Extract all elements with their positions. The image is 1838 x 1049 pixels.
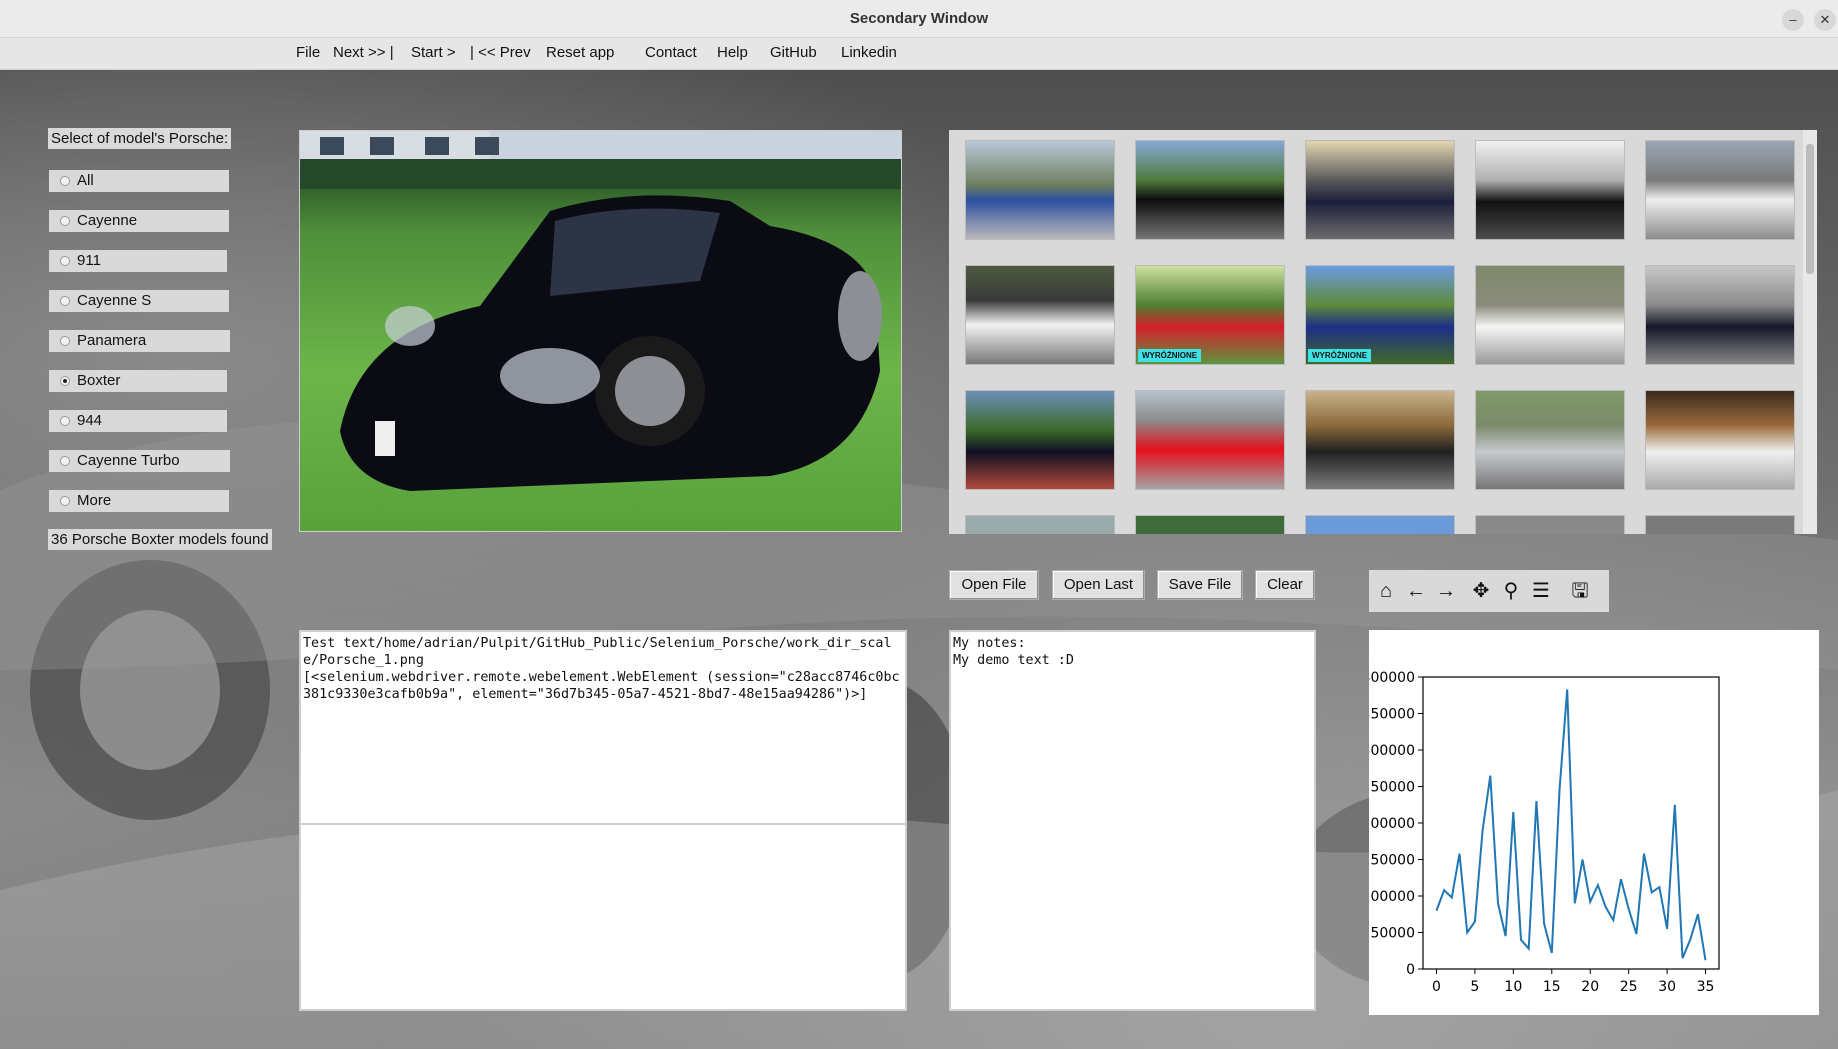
menu-reset-app[interactable]: Reset app (546, 44, 614, 61)
gallery-thumbnail[interactable] (965, 265, 1115, 365)
radio-indicator[interactable] (60, 296, 70, 306)
zoom-icon[interactable]: ⚲ (1498, 578, 1524, 604)
y-tick-label: 300000 (1369, 743, 1415, 759)
y-tick-label: 50000 (1370, 926, 1415, 942)
radio-indicator[interactable] (60, 216, 70, 226)
y-tick-label: 100000 (1369, 889, 1415, 905)
gallery-scrollbar[interactable] (1803, 130, 1817, 534)
model-select-heading: Select of model's Porsche: (48, 128, 232, 149)
x-tick-label: 25 (1620, 979, 1638, 995)
y-tick-label: 350000 (1369, 707, 1415, 723)
gallery-thumbnail[interactable] (1475, 265, 1625, 365)
radio-indicator[interactable] (60, 416, 70, 426)
radio-all[interactable]: All (49, 170, 229, 192)
log-textarea[interactable]: Test text/home/adrian/Pulpit/GitHub_Publ… (299, 630, 907, 825)
gallery-thumbnail[interactable] (1645, 515, 1795, 534)
line-chart: 0 50000 100000 150000 200000 250000 300000 3500… (1362, 630, 1819, 1015)
gallery-thumbnail[interactable] (1305, 515, 1455, 534)
radio-cayenne[interactable]: Cayenne (49, 210, 229, 232)
menu-start[interactable]: Start > (411, 44, 456, 61)
radio-cayenne-turbo[interactable]: Cayenne Turbo (49, 450, 230, 472)
notes-textarea[interactable]: My notes: My demo text :D (949, 630, 1316, 1011)
menu-linkedin[interactable]: Linkedin (841, 44, 897, 61)
close-icon[interactable]: ✕ (1814, 9, 1836, 31)
menu-next[interactable]: Next >> | (333, 44, 394, 61)
gallery-thumbnail[interactable] (1475, 515, 1625, 534)
x-tick-label: 10 (1504, 979, 1522, 995)
chart-svg: 0 50000 100000 150000 200000 250000 300000 3500… (1362, 670, 1720, 995)
y-tick-label: 400000 (1369, 670, 1415, 686)
radio-boxter[interactable]: Boxter (49, 370, 227, 392)
gallery-thumbnail[interactable]: WYRÓŻNIONE (1305, 265, 1455, 365)
scrollbar-thumb[interactable] (1806, 144, 1814, 274)
radio-panamera[interactable]: Panamera (49, 330, 230, 352)
gallery-thumbnail[interactable] (965, 140, 1115, 240)
gallery-thumbnail[interactable] (1135, 140, 1285, 240)
y-tick-label: 250000 (1369, 780, 1415, 796)
menu-prev[interactable]: | << Prev (470, 44, 531, 61)
gallery-thumbnail[interactable] (1135, 390, 1285, 490)
radio-more[interactable]: More (49, 490, 229, 512)
menu-file[interactable]: File (296, 44, 320, 61)
menu-contact[interactable]: Contact (645, 44, 697, 61)
open-last-button[interactable]: Open Last (1052, 570, 1145, 600)
minimize-icon[interactable]: – (1782, 9, 1804, 31)
radio-indicator[interactable] (60, 456, 70, 466)
gallery-thumbnail[interactable] (1305, 140, 1455, 240)
radio-indicator-selected[interactable] (60, 376, 70, 386)
featured-badge: WYRÓŻNIONE (1138, 349, 1202, 362)
x-tick-label: 0 (1432, 979, 1441, 995)
menu-github[interactable]: GitHub (770, 44, 817, 61)
gallery-thumbnail[interactable] (1305, 390, 1455, 490)
main-car-photo (299, 130, 902, 532)
y-tick-label: 200000 (1369, 816, 1415, 832)
x-tick-label: 30 (1658, 979, 1676, 995)
radio-911[interactable]: 911 (49, 250, 227, 272)
save-icon[interactable]: 🖫 (1567, 578, 1593, 604)
plot-toolbar: ⌂ ← → ✥ ⚲ ☰ 🖫 (1369, 570, 1609, 612)
gallery-thumbnail[interactable] (965, 515, 1115, 534)
gallery-thumbnail[interactable] (1135, 515, 1285, 534)
configure-subplots-icon[interactable]: ☰ (1528, 578, 1554, 604)
y-tick-label: 0 (1406, 962, 1415, 978)
output-textarea[interactable] (299, 823, 907, 1011)
x-tick-label: 35 (1697, 979, 1715, 995)
radio-indicator[interactable] (60, 256, 70, 266)
x-tick-label: 15 (1543, 979, 1561, 995)
x-tick-label: 5 (1470, 979, 1479, 995)
title-bar: Secondary Window – ✕ (0, 0, 1838, 38)
y-tick-label: 150000 (1369, 853, 1415, 869)
radio-944[interactable]: 944 (49, 410, 227, 432)
image-gallery[interactable]: WYRÓŻNIONE WYRÓŻNIONE (949, 130, 1817, 534)
pan-icon[interactable]: ✥ (1468, 578, 1494, 604)
back-arrow-icon[interactable]: ← (1403, 578, 1429, 604)
featured-badge: WYRÓŻNIONE (1308, 349, 1372, 362)
gallery-thumbnail[interactable] (1475, 390, 1625, 490)
save-file-button[interactable]: Save File (1157, 570, 1243, 600)
gallery-thumbnail[interactable] (1645, 265, 1795, 365)
x-tick-label: 20 (1581, 979, 1599, 995)
open-file-button[interactable]: Open File (949, 570, 1039, 600)
gallery-thumbnail[interactable] (1645, 140, 1795, 240)
clear-button[interactable]: Clear (1255, 570, 1315, 600)
window-title: Secondary Window (849, 10, 989, 27)
radio-indicator[interactable] (60, 496, 70, 506)
radio-cayenne-s[interactable]: Cayenne S (49, 290, 229, 312)
radio-indicator[interactable] (60, 336, 70, 346)
menu-help[interactable]: Help (717, 44, 748, 61)
home-icon[interactable]: ⌂ (1373, 578, 1399, 604)
radio-indicator[interactable] (60, 176, 70, 186)
gallery-thumbnail[interactable] (1645, 390, 1795, 490)
gallery-thumbnail[interactable] (965, 390, 1115, 490)
forward-arrow-icon[interactable]: → (1433, 578, 1459, 604)
models-found-status: 36 Porsche Boxter models found (48, 529, 272, 550)
menu-bar: File Next >> | Start > | << Prev Reset a… (0, 38, 1838, 70)
gallery-thumbnail[interactable]: WYRÓŻNIONE (1135, 265, 1285, 365)
gallery-thumbnail[interactable] (1475, 140, 1625, 240)
